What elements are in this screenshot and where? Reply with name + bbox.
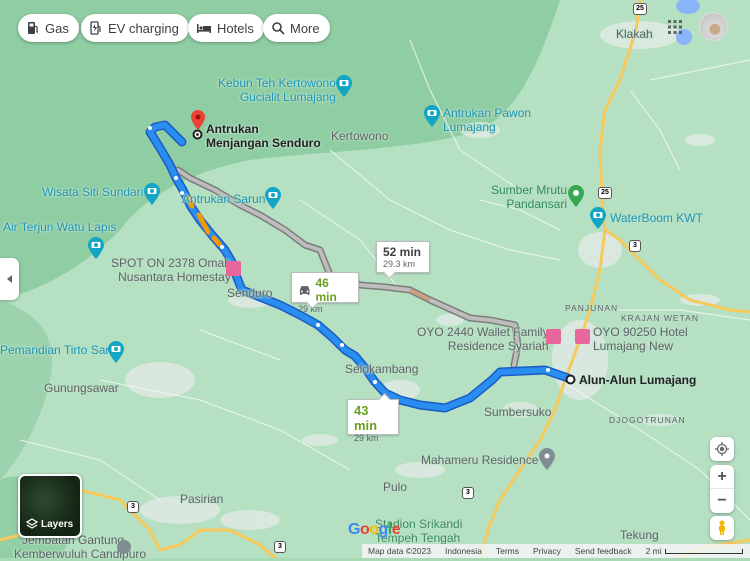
origin-label[interactable]: Antrukan Menjangan Senduro	[206, 122, 321, 150]
camera-poi-icon[interactable]	[144, 183, 160, 205]
hotel-label[interactable]: SPOT ON 2378 Omah Nusantara Homestay	[111, 256, 231, 284]
zoom-out-button[interactable]: −	[710, 489, 734, 513]
more-chip[interactable]: More	[263, 14, 330, 42]
destination-label[interactable]: Alun-Alun Lumajang	[579, 373, 696, 387]
place-label: Klakah	[616, 27, 653, 41]
camera-poi-icon[interactable]	[88, 237, 104, 259]
ev-charging-chip[interactable]: EV charging	[81, 14, 189, 42]
caret-left-icon	[6, 275, 12, 283]
map-footer: Map data ©2023 Indonesia Terms Privacy S…	[362, 544, 750, 558]
place-label: Pasirian	[180, 492, 224, 506]
ev-charging-chip-label: EV charging	[108, 20, 179, 36]
hotels-chip-label: Hotels	[217, 20, 254, 36]
camera-poi-icon[interactable]	[590, 207, 606, 229]
hotel-pin-icon[interactable]	[226, 261, 241, 276]
place-label: Sumbersuko	[484, 405, 552, 419]
route-distance: 29 km	[354, 433, 379, 443]
poi-label[interactable]: Mahameru Residence	[421, 453, 538, 467]
more-chip-label: More	[290, 20, 320, 36]
account-avatar[interactable]	[699, 12, 728, 41]
poi-label[interactable]: Antrukan Sarun	[182, 192, 265, 206]
road-shield-3: 3	[274, 541, 286, 553]
bridge-poi-icon[interactable]	[117, 540, 131, 554]
hotel-label[interactable]: OYO 90250 Hotel Lumajang New	[593, 325, 688, 353]
zoom-controls: + −	[710, 465, 734, 513]
place-label: Tekung	[620, 528, 659, 542]
apps-grid-button[interactable]	[667, 19, 683, 35]
origin-marker-icon[interactable]	[192, 129, 203, 140]
privacy-link[interactable]: Privacy	[533, 546, 561, 556]
hotel-pin-icon[interactable]	[546, 329, 561, 344]
destination-marker-icon[interactable]	[565, 374, 576, 385]
origin-pin-icon[interactable]	[191, 110, 205, 130]
route-option-46min[interactable]: 46 min 29 km	[291, 272, 359, 314]
scale-label: 2 mi	[645, 546, 662, 556]
layers-button[interactable]: Layers	[18, 474, 82, 538]
my-location-button[interactable]	[710, 437, 734, 461]
place-label: Gunungsawar	[44, 381, 119, 395]
hotel-bed-icon	[197, 24, 211, 33]
collapse-side-panel-button[interactable]	[0, 258, 19, 300]
route-time: 43 min	[354, 403, 378, 433]
poi-label[interactable]: Kebun Teh Kertowono Gucialit Lumajang	[218, 76, 336, 104]
my-location-icon	[715, 442, 729, 456]
place-label: Senduro	[227, 286, 273, 300]
route-distance: 29.3 km	[383, 259, 416, 269]
place-label: DJOGOTRUNAN	[609, 415, 686, 425]
road-shield-25: 25	[633, 3, 647, 15]
layers-icon	[26, 518, 38, 529]
car-icon	[299, 285, 310, 295]
route-option-52min[interactable]: 52 min 29.3 km	[376, 241, 430, 273]
poi-label[interactable]: Sumber Mrutu Pandansari	[491, 183, 567, 211]
route-time: 46 min	[315, 276, 337, 304]
scale-line	[664, 548, 743, 554]
poi-label[interactable]: Antrukan Pawon Lumajang	[443, 106, 531, 134]
hotel-pin-icon[interactable]	[575, 329, 590, 344]
route-time: 52 min	[383, 245, 422, 259]
search-icon	[272, 22, 285, 35]
place-label: PANJUNAN	[565, 303, 619, 313]
gas-chip-label: Gas	[45, 20, 69, 36]
poi-label[interactable]: Wisata Siti Sundari	[42, 185, 143, 199]
road-shield-3: 3	[462, 487, 474, 499]
terms-link[interactable]: Terms	[496, 546, 519, 556]
camera-poi-icon[interactable]	[265, 187, 281, 209]
hotels-chip[interactable]: Hotels	[188, 14, 264, 42]
poi-label[interactable]: Air Terjun Watu Lapis	[3, 220, 116, 234]
place-label: KRAJAN WETAN	[621, 313, 699, 323]
route-option-43min[interactable]: 43 min 29 km	[347, 399, 399, 443]
region-link[interactable]: Indonesia	[445, 546, 482, 556]
gas-chip[interactable]: Gas	[18, 14, 79, 42]
road-shield-25: 25	[598, 187, 612, 199]
camera-poi-icon[interactable]	[424, 105, 440, 127]
scale-bar[interactable]: 2 mi	[646, 546, 743, 556]
place-pin-icon[interactable]	[539, 448, 555, 470]
camera-poi-icon[interactable]	[108, 341, 124, 363]
layers-label: Layers	[41, 518, 74, 530]
map-data-attribution[interactable]: Map data ©2023	[368, 546, 431, 556]
gas-station-icon	[28, 22, 38, 34]
poi-label[interactable]: WaterBoom KWT	[610, 211, 703, 225]
place-label: Kertowono	[331, 129, 389, 143]
zoom-in-button[interactable]: +	[710, 465, 734, 489]
send-feedback-link[interactable]: Send feedback	[575, 546, 632, 556]
road-shield-3: 3	[127, 501, 139, 513]
apps-grid-icon	[668, 20, 682, 34]
park-poi-icon[interactable]	[568, 185, 584, 207]
camera-poi-icon[interactable]	[336, 75, 352, 97]
place-label: Pulo	[383, 480, 408, 494]
street-view-pegman-button[interactable]	[710, 516, 734, 540]
route-distance: 29 km	[298, 304, 323, 314]
place-label: Selokambang	[345, 362, 419, 376]
poi-label[interactable]: Pemandian Tirto Sari	[0, 343, 112, 357]
ev-charging-icon	[90, 21, 101, 35]
road-shield-3: 3	[629, 240, 641, 252]
hotel-label[interactable]: OYO 2440 Wallet Family Residence Syariah	[417, 325, 549, 353]
google-logo: Google	[348, 521, 401, 538]
pegman-icon	[719, 520, 725, 535]
